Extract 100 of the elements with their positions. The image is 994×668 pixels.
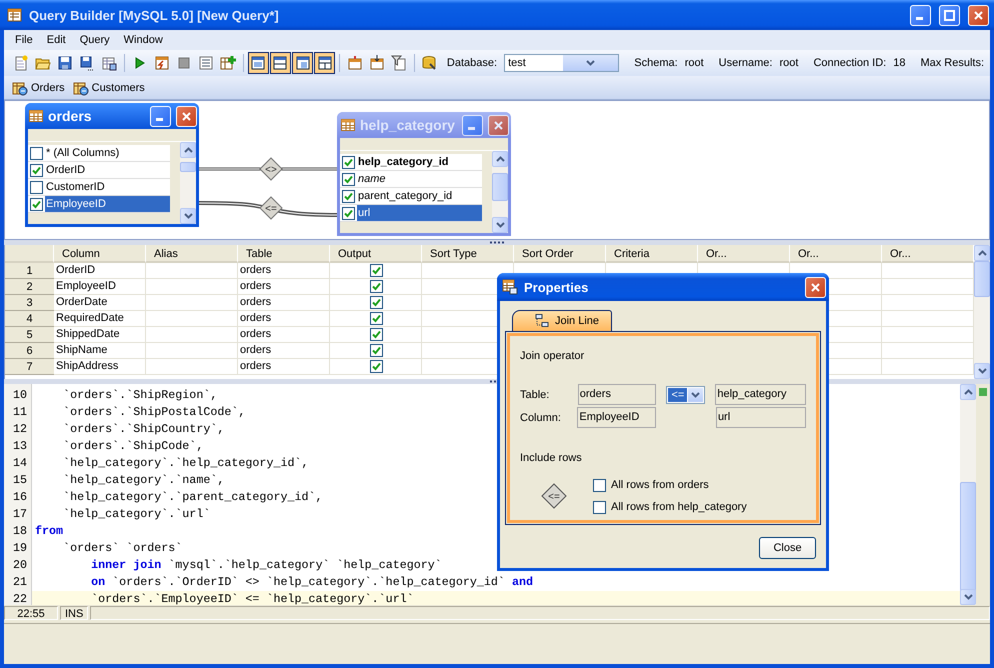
checkbox[interactable]: [342, 172, 355, 186]
table-icon: [29, 110, 43, 122]
section-label: Include rows: [520, 452, 583, 464]
menu-item[interactable]: Window: [116, 34, 170, 46]
close-button[interactable]: [968, 4, 989, 26]
row-header[interactable]: 4: [5, 311, 54, 327]
checkbox[interactable]: [370, 344, 383, 357]
join-operator-marker[interactable]: <=: [259, 196, 283, 220]
filter-document-icon: [391, 55, 408, 71]
checkbox[interactable]: [342, 156, 355, 168]
input-field[interactable]: url: [716, 407, 806, 428]
tab[interactable]: Join Line: [512, 310, 612, 331]
operator-dropdown[interactable]: <=: [666, 386, 706, 404]
line-number: 11: [12, 404, 28, 421]
vertical-scrollbar[interactable]: [492, 151, 508, 233]
column-list-item[interactable]: EmployeeID: [45, 196, 170, 212]
close-button[interactable]: Close: [759, 537, 816, 559]
table-window[interactable]: orders * (All Columns) OrderID CustomerID EmployeeID: [25, 103, 199, 227]
properties-icon: [502, 279, 518, 295]
join-line[interactable]: [198, 168, 338, 170]
vertical-scrollbar[interactable]: [974, 245, 990, 379]
checkbox[interactable]: [30, 146, 43, 160]
table-window-titlebar[interactable]: orders: [25, 103, 199, 129]
checkbox[interactable]: [370, 312, 383, 325]
code-line: `orders`.`ShipCode`,: [62, 438, 204, 455]
join-line-icon: [535, 314, 549, 328]
caret-icon: [691, 392, 700, 398]
query-tab[interactable]: Customers: [70, 80, 147, 96]
database-dropdown[interactable]: test: [504, 54, 620, 72]
pane-layout-icon: [294, 55, 311, 71]
menu-item[interactable]: File: [8, 34, 40, 46]
column-header[interactable]: Table: [238, 245, 330, 263]
vertical-scrollbar[interactable]: [960, 384, 976, 605]
cursor-position: 22:55: [4, 606, 58, 620]
minimize-button[interactable]: [910, 4, 931, 26]
column-header[interactable]: Column: [54, 245, 146, 263]
checkbox[interactable]: [342, 190, 355, 202]
checkbox[interactable]: [370, 296, 383, 309]
close-button[interactable]: [488, 114, 509, 136]
column-header[interactable]: Or...: [790, 245, 882, 263]
input-field[interactable]: orders: [578, 384, 656, 405]
checkbox[interactable]: [370, 360, 383, 373]
scroll-thumb[interactable]: [492, 173, 508, 201]
column-header[interactable]: Sort Order: [514, 245, 606, 263]
row-header[interactable]: 6: [5, 343, 54, 359]
info-label: Connection ID:: [813, 57, 886, 69]
column-header[interactable]: Or...: [882, 245, 974, 263]
toolbar-button[interactable]: [270, 52, 291, 74]
row-header[interactable]: 3: [5, 295, 54, 311]
scroll-thumb[interactable]: [180, 162, 196, 172]
menu-item[interactable]: Edit: [40, 34, 73, 46]
column-header[interactable]: Output: [330, 245, 422, 263]
close-button[interactable]: [176, 106, 197, 126]
table-bolt-icon: [154, 55, 170, 71]
column-header[interactable]: Or...: [698, 245, 790, 263]
table-window[interactable]: help_category help_category_id name parent_category_id url: [337, 112, 511, 236]
toolbar-button[interactable]: [248, 52, 269, 74]
toolbar-button[interactable]: [292, 52, 314, 74]
menu-item[interactable]: Query: [72, 34, 117, 46]
checkbox[interactable]: [370, 264, 383, 277]
row-header[interactable]: 7: [5, 359, 54, 375]
column-header[interactable]: Alias: [146, 245, 238, 263]
row-header[interactable]: 5: [5, 327, 54, 343]
join-operator-marker[interactable]: <>: [259, 157, 283, 181]
toolbar-button[interactable]: [314, 52, 336, 74]
code-line: `orders`.`ShipRegion`,: [62, 387, 218, 404]
table-cell: orders: [238, 263, 330, 279]
checkbox[interactable]: [30, 198, 43, 210]
input-field[interactable]: EmployeeID: [577, 407, 656, 428]
code-line: `help_category`.`help_category_id`,: [62, 455, 309, 472]
maximize-button[interactable]: [939, 4, 960, 26]
chevron-down-icon: [964, 594, 972, 600]
input-field[interactable]: help_category: [715, 384, 806, 405]
code-line: from: [34, 523, 64, 540]
checkmark-icon: [32, 166, 41, 174]
close-button[interactable]: [805, 276, 826, 298]
join-line[interactable]: [198, 201, 338, 217]
checkbox[interactable]: [30, 180, 43, 194]
code-line: `orders` `orders`: [62, 540, 182, 557]
splitter-handle[interactable]: [489, 241, 505, 244]
checkbox[interactable]: [593, 500, 606, 514]
checkbox[interactable]: [370, 280, 383, 293]
checkbox-label[interactable]: All rows from orders: [611, 479, 709, 491]
checkbox-label[interactable]: All rows from help_category: [611, 501, 747, 513]
checkbox[interactable]: [342, 206, 355, 220]
vertical-scrollbar[interactable]: [180, 142, 196, 224]
column-list-item[interactable]: url: [357, 205, 482, 221]
column-header[interactable]: Sort Type: [422, 245, 514, 263]
checkbox[interactable]: [593, 478, 606, 492]
checkbox[interactable]: [370, 328, 383, 341]
row-header[interactable]: 2: [5, 279, 54, 295]
query-tab[interactable]: Orders: [10, 80, 67, 96]
scroll-thumb[interactable]: [974, 261, 990, 297]
minimize-button[interactable]: [150, 106, 171, 126]
scroll-thumb[interactable]: [960, 482, 976, 592]
minimize-button[interactable]: [462, 114, 483, 136]
column-header[interactable]: Criteria: [606, 245, 698, 263]
row-header[interactable]: 1: [5, 263, 54, 279]
table-refresh-icon: [12, 80, 28, 96]
checkbox[interactable]: [30, 164, 43, 176]
